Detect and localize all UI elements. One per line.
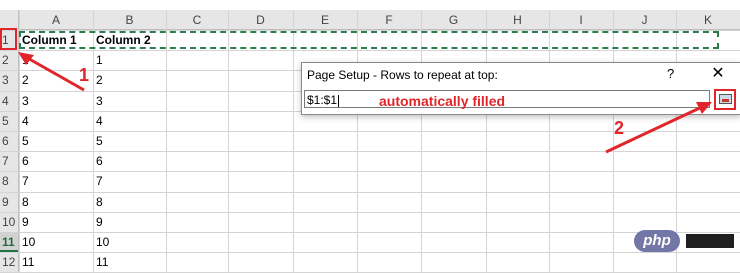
row-header-8[interactable]: 8 [0,171,18,191]
column-header-e[interactable]: E [293,11,357,29]
php-logo: php [634,230,680,252]
watermark-bar [686,234,734,248]
cell-b10[interactable]: 9 [93,212,103,232]
row-gridline [0,212,740,213]
column-header-f[interactable]: F [357,11,421,29]
cell-b3[interactable]: 2 [93,70,103,90]
row-gridline [0,252,740,253]
selection-marquee [19,31,719,49]
column-header-d[interactable]: D [228,11,293,29]
column-header-h[interactable]: H [486,11,549,29]
column-header-b[interactable]: B [93,11,166,29]
column-header-j[interactable]: J [613,11,676,29]
cell-b2[interactable]: 1 [93,50,103,70]
input-value: $1:$1 [307,93,338,107]
cell-b5[interactable]: 4 [93,111,103,131]
step-2-label: 2 [614,118,625,138]
cell-a10[interactable]: 9 [19,212,29,232]
row-header-7[interactable]: 7 [0,151,18,171]
row-gridline [0,192,740,193]
cell-b4[interactable]: 3 [93,91,103,111]
top-strip [0,0,740,10]
cell-b8[interactable]: 7 [93,171,103,191]
close-button[interactable]: ✕ [707,63,729,85]
row-header-11[interactable]: 11 [0,232,18,252]
help-button[interactable]: ? [667,66,674,81]
row-gridline [0,232,740,233]
cell-b9[interactable]: 8 [93,192,103,212]
collapse-range-icon [719,94,732,104]
cell-a7[interactable]: 6 [19,151,29,171]
cell-a9[interactable]: 8 [19,192,29,212]
column-header-c[interactable]: C [166,11,228,29]
row-header-5[interactable]: 5 [0,111,18,131]
column-header-a[interactable]: A [19,11,93,29]
cell-a6[interactable]: 5 [19,131,29,151]
cell-b11[interactable]: 10 [93,232,109,252]
row-gridline [0,171,740,172]
row-gridline [0,50,740,51]
cell-b12[interactable]: 11 [93,252,108,272]
cell-a8[interactable]: 7 [19,171,29,191]
row-header-10[interactable]: 10 [0,212,18,232]
step-1-label: 1 [79,65,90,85]
text-caret [338,94,340,107]
php-watermark: php [634,230,734,252]
row-header-12[interactable]: 12 [0,252,18,272]
column-header-i[interactable]: I [549,11,613,29]
cell-b6[interactable]: 5 [93,131,103,151]
automatically-filled-note: automatically filled [379,93,506,109]
cell-a11[interactable]: 10 [19,232,35,252]
column-header-k[interactable]: K [676,11,740,29]
dialog-title: Page Setup - Rows to repeat at top: [307,68,498,82]
row-header-9[interactable]: 9 [0,192,18,212]
column-header-g[interactable]: G [421,11,486,29]
row-header-6[interactable]: 6 [0,131,18,151]
cell-a12[interactable]: 11 [19,252,34,272]
cell-b7[interactable]: 6 [93,151,103,171]
cell-a5[interactable]: 4 [19,111,29,131]
